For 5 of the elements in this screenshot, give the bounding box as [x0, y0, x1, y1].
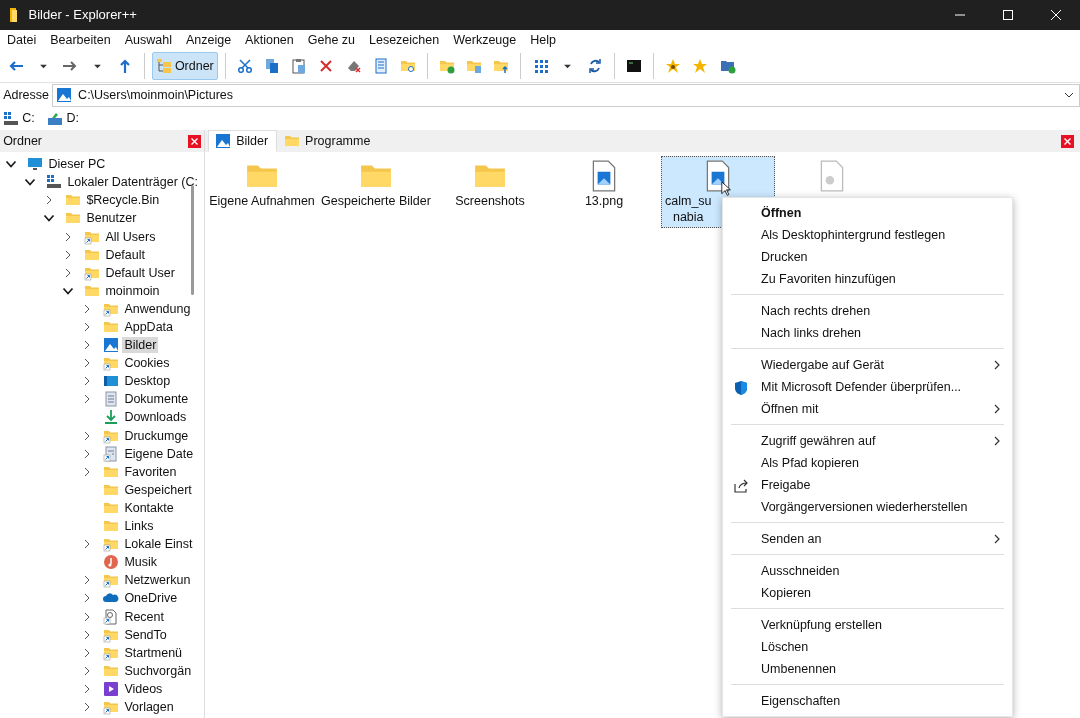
window-title: Bilder - Explorer++	[28, 6, 137, 25]
address-label: Adresse	[3, 86, 49, 104]
pane-title: Ordner	[3, 132, 43, 150]
address-value: C:\Users\moinmoin\Pictures	[78, 86, 234, 104]
button-label: Ordner	[174, 57, 214, 75]
